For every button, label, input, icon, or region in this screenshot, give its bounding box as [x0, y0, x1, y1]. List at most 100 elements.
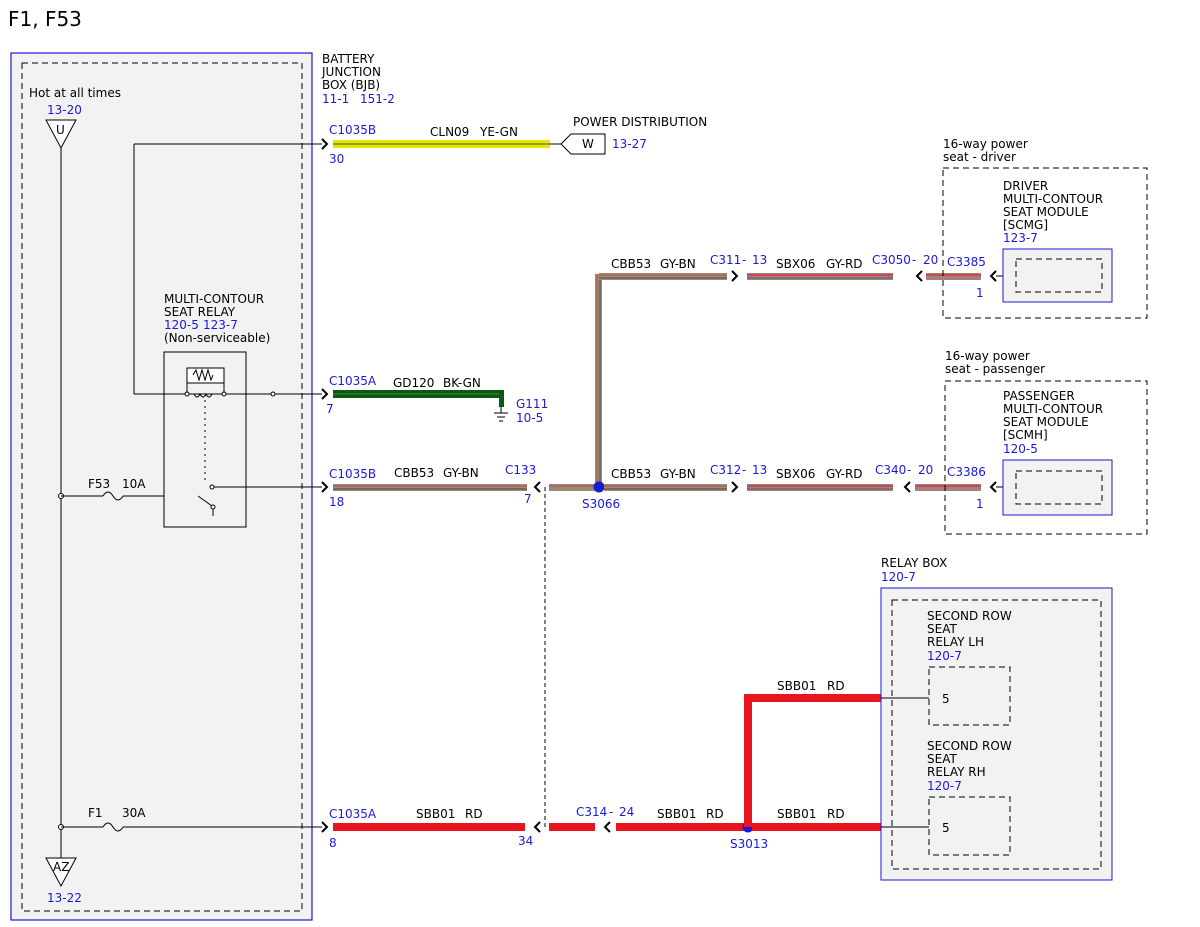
bjb-label-1: BATTERY — [322, 52, 375, 66]
splice-s3066-icon — [593, 481, 605, 493]
driver-dash-2: - — [912, 253, 916, 267]
relay-box-label: RELAY BOX — [881, 556, 947, 570]
wire-sbx06-passenger[interactable] — [747, 484, 893, 491]
driver-inline1-pin: 13 — [752, 253, 767, 267]
driver-connector[interactable]: C3385 — [947, 255, 986, 269]
row4-pin2: 34 — [518, 834, 533, 848]
wire-cbb53-c133-s3066[interactable] — [549, 484, 599, 491]
relay-rh-pin: 5 — [942, 821, 950, 835]
row2-ground[interactable]: G111 — [516, 397, 548, 411]
c1035b-pin18-arrow-icon — [321, 481, 329, 493]
row4-dash: - — [609, 805, 613, 819]
passenger-header-1: 16-way power — [945, 349, 1030, 363]
relay-box-wire-rh-color: RD — [827, 807, 845, 821]
passenger-connector[interactable]: C3386 — [947, 465, 986, 479]
relay-rh-ref[interactable]: 120-7 — [927, 779, 962, 793]
driver-module-3: SEAT MODULE — [1003, 205, 1089, 219]
wire-sbb01-lh[interactable] — [744, 694, 881, 702]
hot-bottom-letter: AZ — [53, 860, 69, 874]
c1035a-pin7-arrow-icon — [321, 388, 329, 400]
relay-box-wire-up-circuit: SBB01 — [777, 679, 816, 693]
c312-arrow-icon — [731, 481, 739, 493]
passenger-color2: GY-RD — [826, 467, 863, 481]
bjb-ref-2[interactable]: 151-2 — [360, 92, 395, 106]
row3-c133[interactable]: C133 — [505, 463, 536, 477]
wire-cbb53-passenger[interactable] — [604, 484, 727, 491]
driver-dash-1: - — [742, 253, 746, 267]
c311-arrow-icon — [731, 270, 739, 282]
row1-connector[interactable]: C1035B — [329, 123, 376, 137]
wire-sbb01-c314[interactable] — [549, 823, 595, 831]
passenger-module-box — [1002, 459, 1113, 516]
driver-color: GY-BN — [660, 257, 696, 271]
driver-inline2[interactable]: C3050 — [872, 253, 911, 267]
passenger-inline1[interactable]: C312 — [710, 463, 741, 477]
driver-module-box — [1002, 248, 1113, 303]
hot-top-ref[interactable]: 13-20 — [47, 103, 82, 117]
passenger-circuit2: SBX06 — [776, 467, 815, 481]
passenger-inline2[interactable]: C340 — [875, 463, 906, 477]
driver-module-ref[interactable]: 123-7 — [1003, 231, 1038, 245]
wire-cbb53-driver-vertical[interactable] — [595, 274, 602, 488]
relay-box-ref[interactable]: 120-7 — [881, 570, 916, 584]
passenger-dash-2: - — [907, 463, 911, 477]
relay-ref-1[interactable]: 120-5 — [164, 318, 199, 332]
row2-circuit: GD120 — [393, 376, 434, 390]
row4-pin: 8 — [329, 836, 337, 850]
driver-module-1: DRIVER — [1003, 179, 1048, 193]
wire-sbb01-bjb[interactable] — [333, 823, 525, 831]
c3385-arrow-icon — [989, 270, 997, 282]
page-title: F1, F53 — [8, 7, 82, 31]
driver-inline1[interactable]: C311 — [710, 253, 741, 267]
wire-sbb01-s3013[interactable] — [616, 823, 748, 831]
row2-connector[interactable]: C1035A — [329, 374, 377, 388]
c314-left-arrow-icon — [533, 821, 541, 833]
passenger-module-ref[interactable]: 120-5 — [1003, 442, 1038, 456]
bjb-label-2: JUNCTION — [321, 65, 381, 79]
wire-sbx06-passenger-stub[interactable] — [915, 484, 981, 491]
relay-note: (Non-serviceable) — [164, 331, 270, 345]
driver-header-2: seat - driver — [943, 150, 1016, 164]
relay-lh-label-1: SECOND ROW — [927, 609, 1012, 623]
row3-connector[interactable]: C1035B — [329, 467, 376, 481]
row4-color: RD — [465, 807, 483, 821]
relay-lh-label-3: RELAY LH — [927, 635, 984, 649]
hot-bottom-ref[interactable]: 13-22 — [47, 891, 82, 905]
relay-label-1: MULTI-CONTOUR — [164, 292, 264, 306]
driver-inline2-pin: 20 — [923, 253, 938, 267]
wire-cbb53-bjb[interactable] — [333, 484, 527, 491]
row4-connector[interactable]: C1035A — [329, 807, 377, 821]
hot-top-letter: U — [56, 123, 65, 137]
row4-inline[interactable]: C314 — [576, 805, 607, 819]
c3050-arrow-icon — [915, 270, 923, 282]
wire-sbx06-driver-stub[interactable] — [926, 273, 981, 280]
hot-label: Hot at all times — [29, 86, 121, 100]
row3-splice[interactable]: S3066 — [582, 497, 620, 511]
row1-circuit: CLN09 — [430, 125, 469, 139]
row3-circuit: CBB53 — [394, 466, 434, 480]
passenger-module-3: SEAT MODULE — [1003, 415, 1089, 429]
row2-ground-ref[interactable]: 10-5 — [516, 411, 543, 425]
c340-arrow-icon — [903, 481, 911, 493]
fuse-f1-label: F1 — [88, 806, 103, 820]
passenger-circuit: CBB53 — [611, 467, 651, 481]
passenger-dash-1: - — [742, 463, 746, 477]
wire-sbx06-driver[interactable] — [747, 273, 893, 280]
relay-ref-2[interactable]: 123-7 — [203, 318, 238, 332]
wiring-diagram: F1, F53 BATTERY JUNCTION BOX (BJB) 11-1 … — [8, 7, 1148, 921]
relay-label-2: SEAT RELAY — [164, 305, 236, 319]
relay-lh-ref[interactable]: 120-7 — [927, 649, 962, 663]
passenger-pin: 1 — [976, 497, 984, 511]
row4-circuit: SBB01 — [416, 807, 455, 821]
relay-lh-pin: 5 — [942, 692, 950, 706]
wire-sbb01-rh[interactable] — [752, 823, 881, 831]
wire-cbb53-driver[interactable] — [599, 273, 727, 280]
driver-circuit2: SBX06 — [776, 257, 815, 271]
row1-dest-ref[interactable]: 13-27 — [612, 137, 647, 151]
row4-splice[interactable]: S3013 — [730, 837, 768, 851]
bjb-ref-1[interactable]: 11-1 — [322, 92, 349, 106]
wire-sbb01-lh-vertical[interactable] — [744, 694, 752, 827]
driver-pin: 1 — [976, 286, 984, 300]
row3-pin: 18 — [329, 495, 344, 509]
driver-color2: GY-RD — [826, 257, 863, 271]
